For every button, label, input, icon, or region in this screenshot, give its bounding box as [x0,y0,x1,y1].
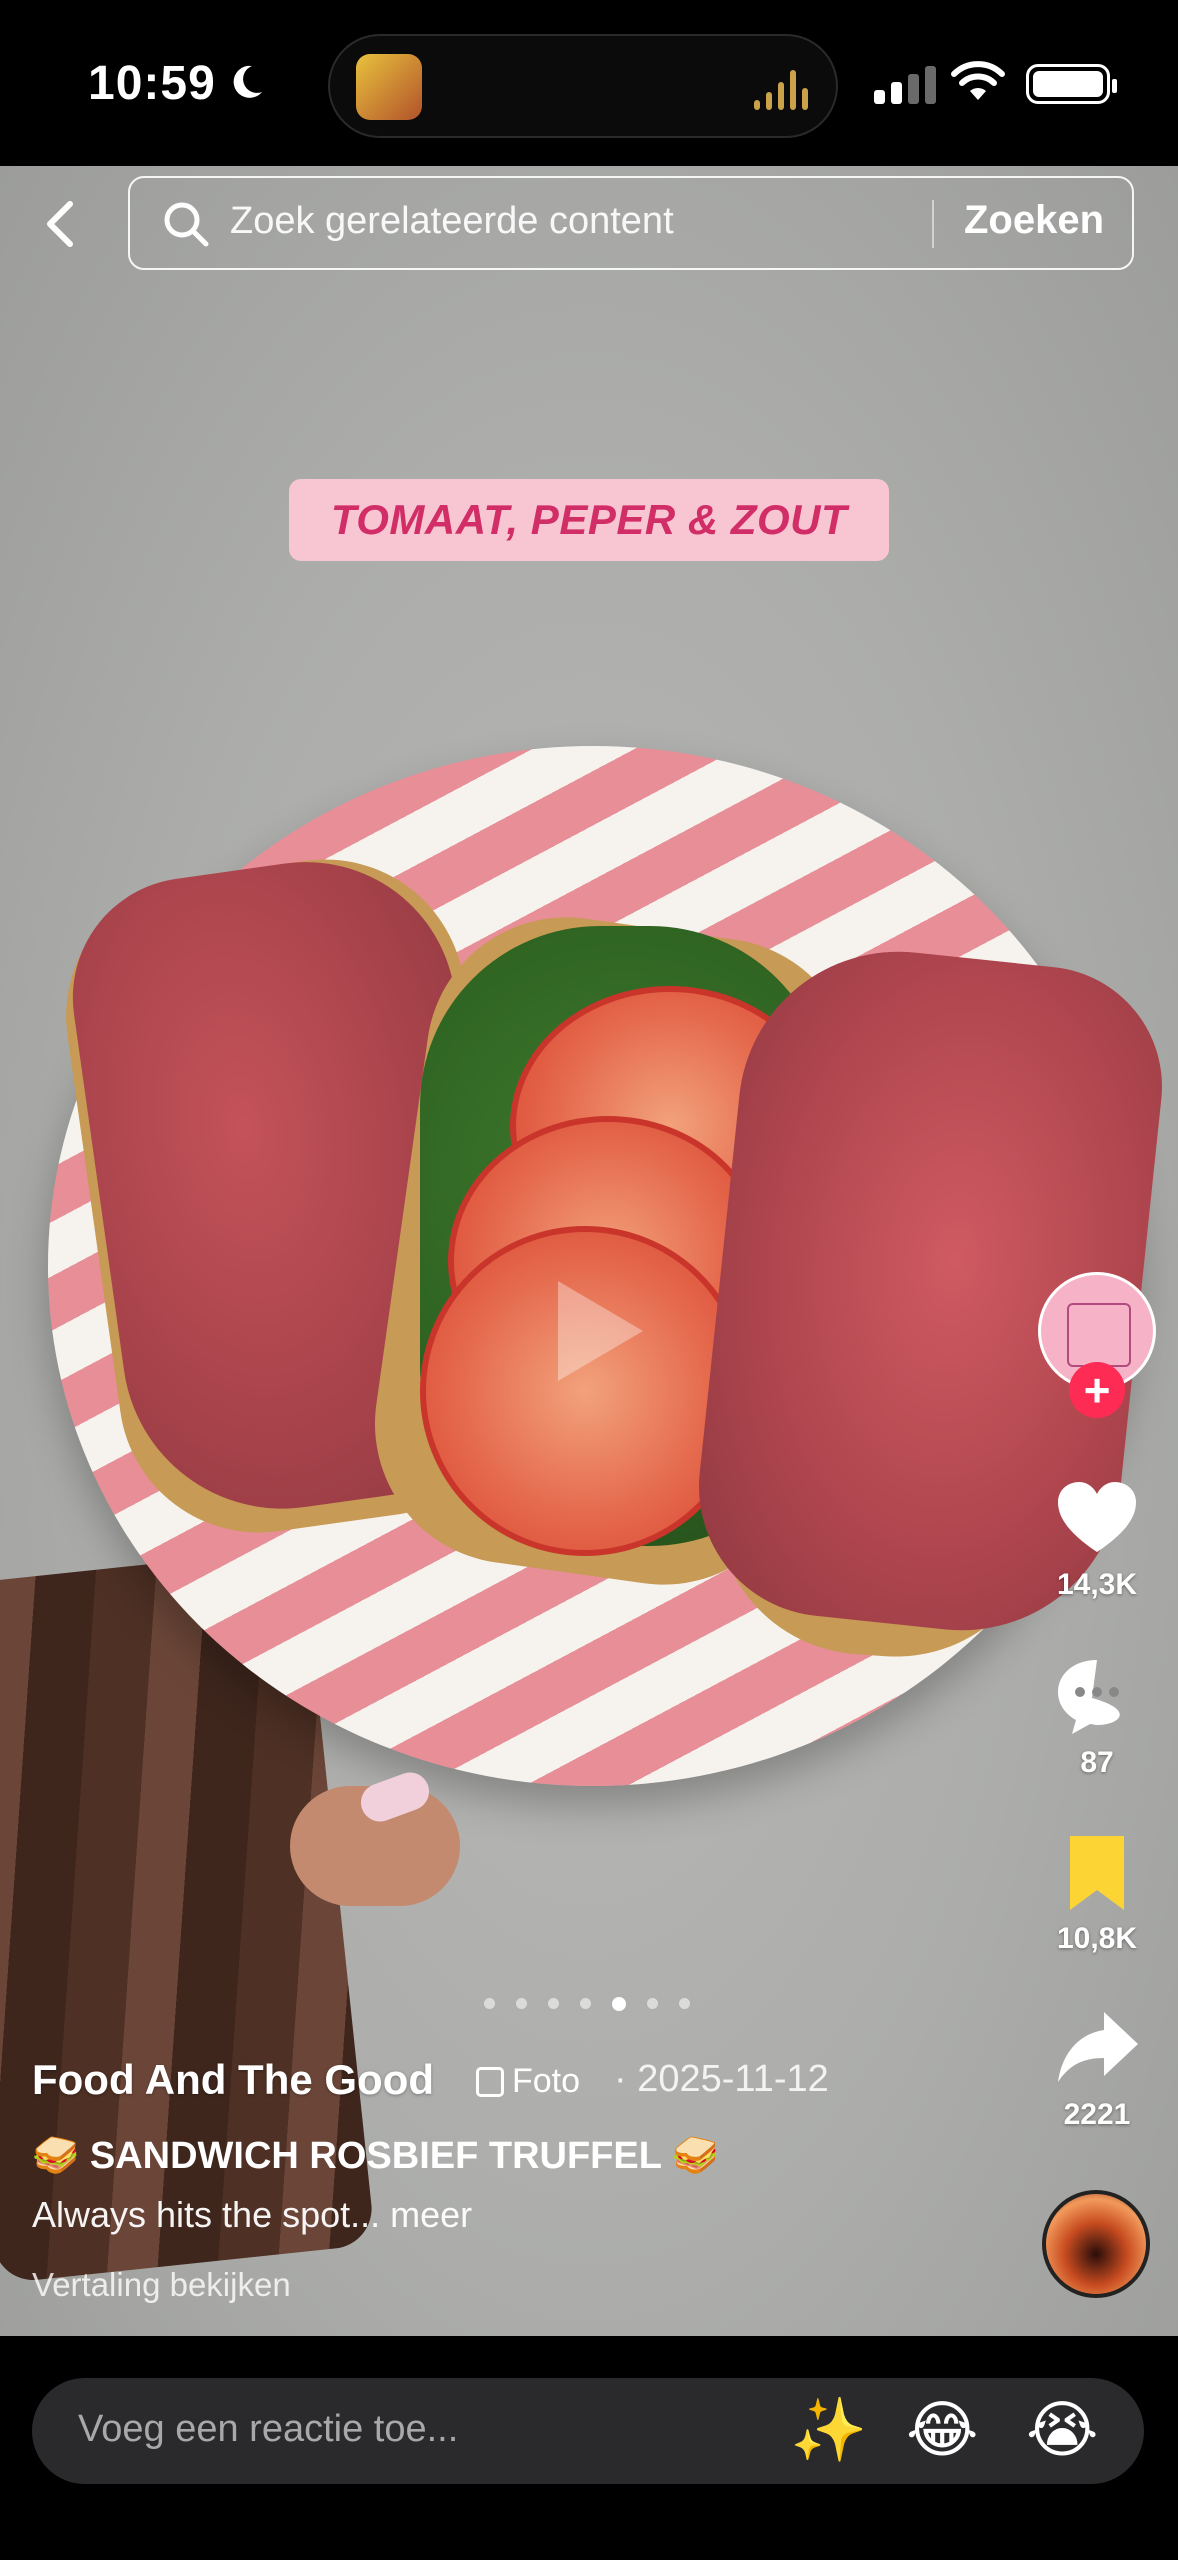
laughing-emoji-button[interactable]: 😂 [906,2396,978,2466]
slide-dot[interactable] [548,1998,559,2009]
audio-visualizer-icon [754,66,808,110]
follow-button[interactable]: + [1069,1362,1125,1418]
clock: 10:59 [88,57,216,110]
like-count: 14,3K [1056,1568,1138,1601]
comment-count: 87 [1080,1746,1114,1779]
search-divider [932,200,934,248]
moon-icon [233,65,262,98]
back-icon[interactable] [36,196,84,252]
slide-dot[interactable] [580,1998,591,2009]
post-title: 🥪 SANDWICH ROSBIEF TRUFFEL 🥪 [32,2135,720,2177]
share-count: 2221 [1063,2098,1131,2131]
search-input[interactable]: Zoek gerelateerde content [230,200,674,243]
search-icon [164,202,209,247]
media-type-label: Foto [512,2062,581,2100]
now-playing-thumbnail [356,54,422,120]
translate-link[interactable]: Vertaling bekijken [32,2266,291,2304]
search-button[interactable]: Zoeken [964,198,1104,243]
dynamic-island[interactable] [328,34,838,138]
sparkles-emoji-button[interactable]: ✨ [790,2396,867,2466]
overlay-caption: TOMAAT, PEPER & ZOUT [289,479,889,561]
save-count: 10,8K [1056,1922,1138,1955]
slide-dot[interactable] [679,1998,690,2009]
cellular-signal-icon [874,66,936,104]
overlay-caption-text: TOMAAT, PEPER & ZOUT [330,496,848,543]
battery-icon [1026,64,1117,104]
slide-dot-active[interactable] [612,1997,626,2011]
slide-indicator [484,1997,690,2011]
play-icon[interactable] [528,1266,658,1396]
photo-icon [476,2066,504,2097]
slide-dot[interactable] [647,1998,658,2009]
music-disc[interactable] [1042,2190,1150,2298]
comment-icon[interactable] [1054,1654,1140,1740]
share-icon[interactable] [1054,2004,1140,2090]
avatar-logo [1067,1303,1131,1367]
post-description[interactable]: Always hits the spot... meer [32,2194,472,2236]
slide-dot[interactable] [516,1998,527,2009]
media-type-tag: Foto [476,2062,580,2101]
wifi-icon [951,61,1005,100]
search-bar[interactable]: Zoek gerelateerde content Zoeken [128,176,1134,270]
heart-icon[interactable] [1054,1476,1140,1562]
post-date: · 2025-11-12 [614,2058,829,2100]
comment-placeholder[interactable]: Voeg een reactie toe... [78,2408,458,2451]
comment-input[interactable]: Voeg een reactie toe... ✨ 😂 😭 [32,2378,1144,2484]
slide-dot[interactable] [484,1998,495,2009]
author-name[interactable]: Food And The Good [32,2056,434,2104]
crying-emoji-button[interactable]: 😭 [1026,2396,1098,2466]
status-bar: 10:59 [0,0,1178,166]
comment-bar: Voeg een reactie toe... ✨ 😂 😭 [0,2336,1178,2560]
bookmark-icon[interactable] [1054,1830,1140,1916]
